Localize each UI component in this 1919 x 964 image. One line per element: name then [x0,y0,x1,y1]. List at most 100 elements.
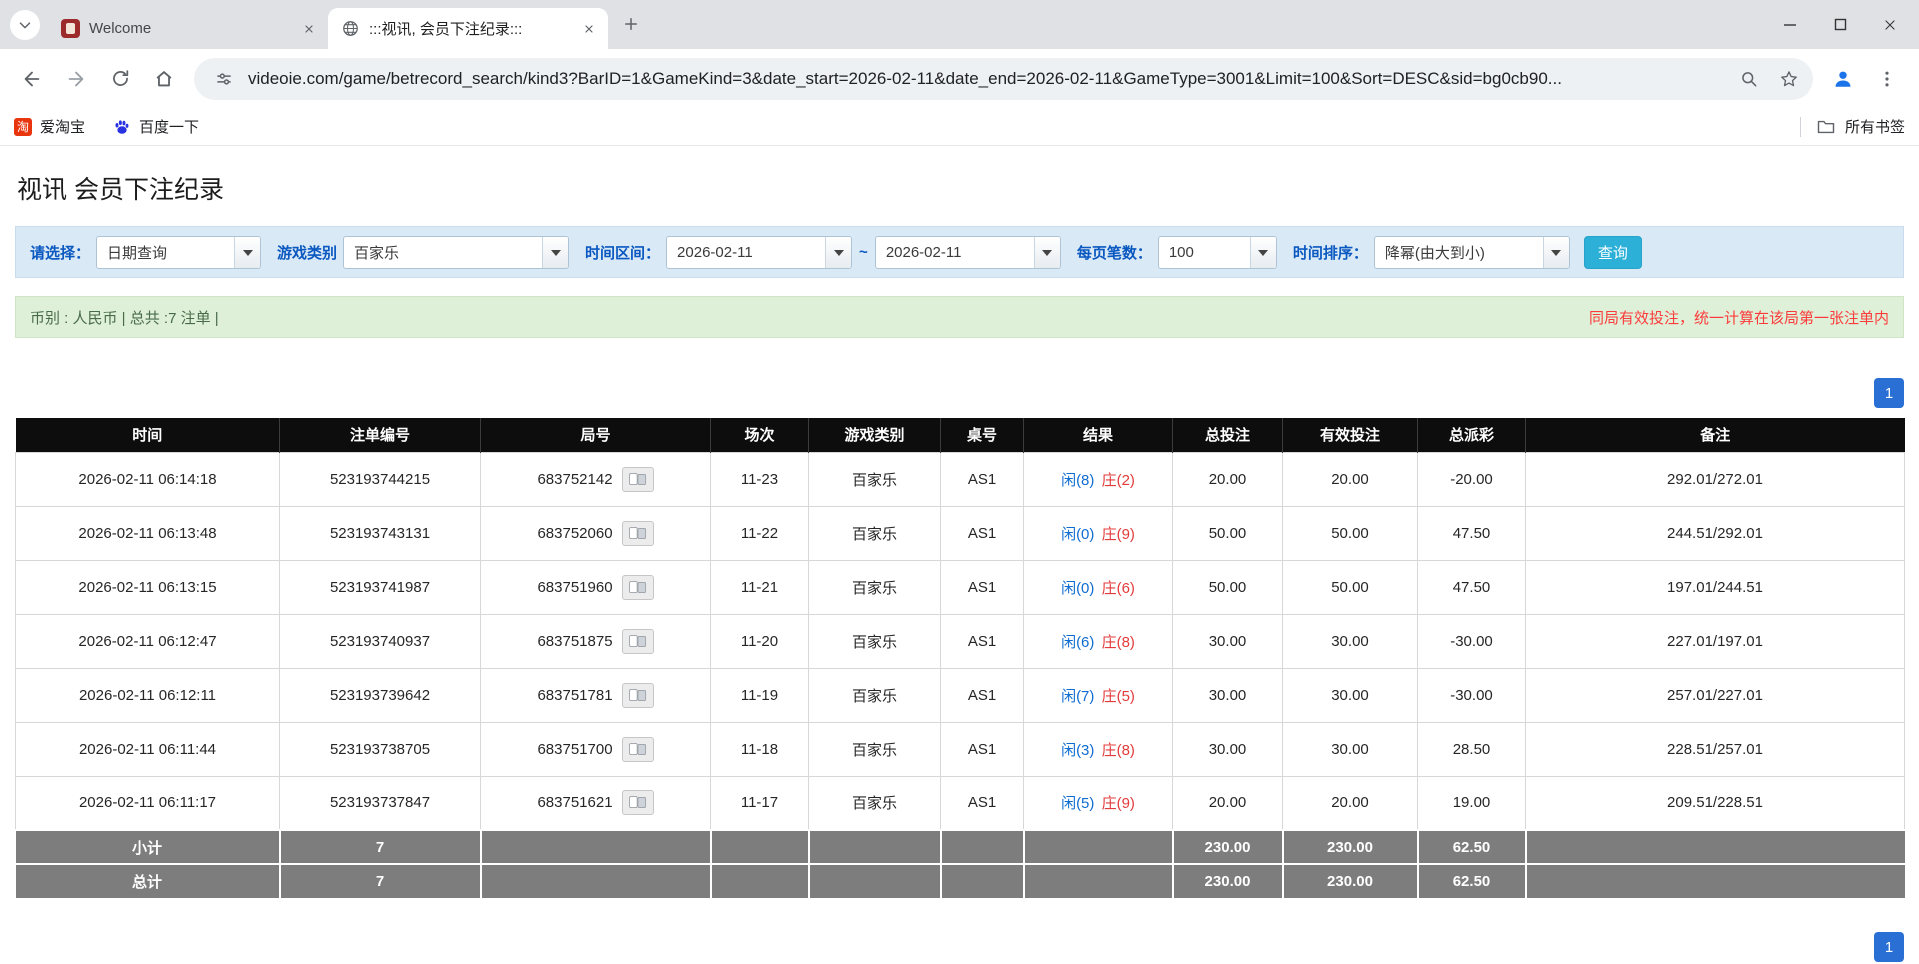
site-settings-icon[interactable] [208,63,240,95]
new-tab-button[interactable] [616,9,646,39]
col-header-valid-bet: 有效投注 [1282,418,1418,452]
result-banker: 庄(9) [1101,795,1135,813]
round-number: 683751781 [537,686,613,704]
cell-table-no: AS1 [940,667,1024,723]
game-type-select[interactable]: 百家乐 [343,235,570,269]
all-bookmarks-label: 所有书签 [1844,119,1905,136]
refresh-button[interactable] [100,59,140,99]
page-title: 视讯 会员下注纪录 [17,176,224,204]
cell-bet-id: 523193741987 [279,559,481,615]
bookmark-taobao[interactable]: 淘 爱淘宝 [14,116,85,137]
sort-order-value: 降幂(由大到小) [1384,244,1485,262]
total-payout: 62.50 [1417,863,1527,898]
bookmarks-bar: 淘 爱淘宝 百度一下 所有书签 [0,108,1919,146]
baidu-paw-icon [115,119,129,134]
result-banker: 庄(5) [1101,687,1135,705]
bookmark-baidu[interactable]: 百度一下 [113,116,199,137]
address-bar[interactable]: videoie.com/game/betrecord_search/kind3?… [194,57,1813,100]
bookmark-star-icon[interactable] [1773,63,1805,95]
round-video-button[interactable] [621,574,654,600]
round-video-button[interactable] [621,520,654,546]
tab-close-icon[interactable] [298,18,320,40]
dropdown-arrow-icon[interactable] [825,236,852,268]
maximize-icon [1834,18,1846,31]
menu-kebab-button[interactable] [1867,59,1907,99]
sort-order-select[interactable]: 降幂(由大到小) [1373,235,1570,269]
total-empty-cell [710,863,810,898]
per-page-select[interactable]: 100 [1157,235,1277,269]
page-1-button[interactable]: 1 [1874,932,1904,962]
tab-close-icon[interactable] [578,18,600,40]
col-header-note: 备注 [1525,418,1905,452]
result-player: 闲(5) [1061,795,1095,813]
round-video-button[interactable] [621,736,654,762]
cell-total-bet: 50.00 [1172,505,1283,561]
bet-records-table: 时间 注单编号 局号 场次 游戏类别 桌号 结果 总投注 有效投注 总派彩 备注… [15,418,1905,898]
cell-session: 11-20 [710,613,809,669]
subtotal-total-bet: 230.00 [1172,829,1284,864]
cards-icon [628,742,646,755]
forward-button[interactable] [56,59,96,99]
tab-bet-records[interactable]: :::视讯, 会员下注纪录::: [328,8,608,49]
cell-result: 闲(8) 庄(2) [1023,451,1173,507]
date-end-select[interactable]: 2026-02-11 [874,235,1061,269]
pagination-top: 1 [15,378,1904,408]
cell-table-no: AS1 [940,613,1024,669]
round-video-button[interactable] [621,682,654,708]
dropdown-arrow-icon[interactable] [1033,236,1060,268]
total-label: 总计 [15,863,281,898]
cell-note: 292.01/272.01 [1525,451,1905,507]
cell-total-payout: -30.00 [1417,613,1526,669]
globe-icon [343,21,358,36]
dropdown-arrow-icon[interactable] [234,236,261,268]
round-video-button[interactable] [621,628,654,654]
bookmarks-divider [1799,116,1801,137]
date-start-select[interactable]: 2026-02-11 [666,235,853,269]
back-button[interactable] [12,59,52,99]
url-text[interactable]: videoie.com/game/betrecord_search/kind3?… [248,69,1725,89]
tab-search-button[interactable] [10,10,40,40]
total-empty-cell [1525,863,1905,898]
search-button[interactable]: 查询 [1583,235,1642,269]
minimize-icon [1784,23,1796,26]
total-total-bet: 230.00 [1172,863,1284,898]
round-number: 683751621 [537,794,613,812]
cell-bet-id: 523193744215 [279,451,481,507]
result-banker: 庄(9) [1101,525,1135,543]
col-header-bet-id: 注单编号 [279,418,481,452]
cell-note: 228.51/257.01 [1525,721,1905,777]
dropdown-arrow-icon[interactable] [542,236,569,268]
subtotal-empty-cell [808,829,942,864]
bookmark-label: 爱淘宝 [40,119,86,136]
round-video-button[interactable] [621,466,654,492]
home-button[interactable] [144,59,184,99]
cell-valid-bet: 30.00 [1282,721,1418,777]
cell-total-bet: 30.00 [1172,613,1283,669]
folder-icon [1817,120,1835,133]
col-header-result: 结果 [1023,418,1173,452]
cell-game-type: 百家乐 [808,559,941,615]
cards-icon [628,688,646,701]
result-banker: 庄(8) [1101,633,1135,651]
result-player: 闲(0) [1061,579,1095,597]
maximize-button[interactable] [1815,0,1865,49]
tab-welcome[interactable]: Welcome [48,8,328,49]
dropdown-arrow-icon[interactable] [1249,236,1276,268]
cards-icon [628,796,646,809]
cell-time: 2026-02-11 06:12:47 [15,613,280,669]
cell-bet-id: 523193738705 [279,721,481,777]
cell-total-bet: 50.00 [1172,559,1283,615]
all-bookmarks-button[interactable]: 所有书签 [1799,116,1905,137]
cell-result: 闲(5) 庄(9) [1023,775,1173,831]
query-type-select[interactable]: 日期查询 [96,235,262,269]
dropdown-arrow-icon[interactable] [1542,236,1569,268]
profile-button[interactable] [1823,59,1863,99]
round-video-button[interactable] [621,790,654,816]
cell-game-type: 百家乐 [808,667,941,723]
cell-round: 683751621 [480,775,711,831]
close-button[interactable] [1865,0,1915,49]
page-1-button[interactable]: 1 [1874,378,1904,408]
zoom-icon[interactable] [1733,63,1765,95]
minimize-button[interactable] [1765,0,1815,49]
cell-round: 683751700 [480,721,711,777]
